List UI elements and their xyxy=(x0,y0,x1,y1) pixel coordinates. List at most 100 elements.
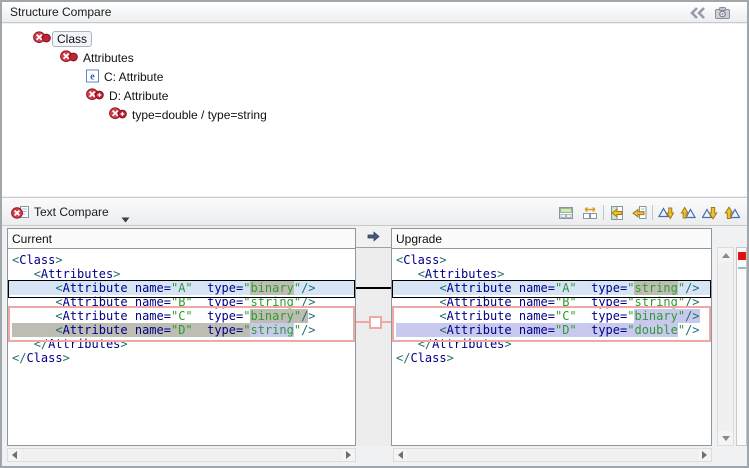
vertical-scrollbar[interactable] xyxy=(717,247,734,446)
code-line[interactable]: </Class> xyxy=(8,351,355,365)
code-token: type= xyxy=(207,323,243,337)
left-pane-header: Current xyxy=(8,229,355,249)
code-token: " xyxy=(678,323,685,337)
code-line[interactable]: </Attributes> xyxy=(392,337,711,351)
copy-current-change-right-to-left-icon[interactable] xyxy=(628,202,650,223)
code-token: " xyxy=(294,323,301,337)
tree-item-c-attribute[interactable]: e C: Attribute xyxy=(86,68,163,86)
code-token: < xyxy=(55,281,62,295)
code-token: /> xyxy=(685,281,699,295)
code-line[interactable]: <Class> xyxy=(8,253,355,267)
camera-icon[interactable] xyxy=(714,5,731,21)
overview-ruler[interactable] xyxy=(736,247,747,446)
code-token: Class xyxy=(26,351,62,365)
code-line[interactable]: <Attributes> xyxy=(392,267,711,281)
tree-item-label: type=double / type=string xyxy=(132,108,267,122)
code-token: > xyxy=(55,253,62,267)
double-chevron-left-icon[interactable] xyxy=(688,5,708,21)
code-line[interactable]: <Attributes> xyxy=(8,267,355,281)
code-token: /> xyxy=(301,281,315,295)
code-token: type= xyxy=(591,295,627,309)
code-line[interactable]: <Attribute name="D" type="double"/> xyxy=(392,323,711,337)
overview-conflict-marker[interactable] xyxy=(738,252,746,260)
compare-editor-window: Structure Compare Class Attributes e C: … xyxy=(0,0,749,468)
right-horizontal-scrollbar[interactable] xyxy=(393,448,712,462)
scroll-up-button[interactable] xyxy=(718,248,733,262)
copy-all-right-to-left-icon[interactable] xyxy=(606,202,628,223)
overview-range-marker[interactable] xyxy=(738,267,746,269)
code-token: > xyxy=(120,337,127,351)
code-token xyxy=(193,295,207,309)
code-token: > xyxy=(447,351,454,365)
code-token: > xyxy=(504,337,511,351)
ancestor-pane-icon[interactable] xyxy=(555,202,577,223)
right-pane-header: Upgrade xyxy=(392,229,711,249)
next-difference-icon[interactable] xyxy=(655,202,677,223)
code-token: " xyxy=(294,295,301,309)
tree-item-class[interactable]: Class xyxy=(33,30,92,48)
code-line[interactable]: <Attribute name="C" type="binary"/> xyxy=(8,309,355,323)
right-pane-body[interactable]: <Class> <Attributes> <Attribute name="A"… xyxy=(392,248,711,445)
conflict-merge-handle[interactable] xyxy=(369,316,382,329)
left-pane-body[interactable]: <Class> <Attributes> <Attribute name="A"… xyxy=(8,248,355,445)
tree-item-type-change[interactable]: type=double / type=string xyxy=(109,106,267,124)
code-token: "D" xyxy=(555,323,577,337)
swap-panes-icon[interactable] xyxy=(579,202,601,223)
code-line[interactable]: <Attribute name="A" type="binary"/> xyxy=(8,281,355,295)
code-token: Attribute name= xyxy=(447,309,555,323)
code-token: " xyxy=(678,309,685,323)
merge-direction-arrow-icon[interactable] xyxy=(367,229,380,247)
code-token: </ xyxy=(396,351,410,365)
tree-item-attributes[interactable]: Attributes xyxy=(60,49,134,67)
code-token xyxy=(12,267,34,281)
scroll-left-button[interactable] xyxy=(394,449,407,461)
scroll-right-button[interactable] xyxy=(342,449,355,461)
code-token: < xyxy=(439,323,446,337)
previous-difference-icon[interactable] xyxy=(677,202,699,223)
next-change-icon[interactable] xyxy=(699,202,721,223)
code-token: "A" xyxy=(171,281,193,295)
code-line[interactable]: <Attribute name="B" type="string"/> xyxy=(8,295,355,309)
code-token: string xyxy=(250,295,293,309)
right-compare-pane: Upgrade <Class> <Attributes> <Attribute … xyxy=(391,228,712,446)
code-token: type= xyxy=(591,309,627,323)
code-token: " xyxy=(294,281,301,295)
chevron-down-icon[interactable] xyxy=(121,210,130,216)
code-line[interactable]: <Attribute name="B" type="string"/> xyxy=(392,295,711,309)
code-token: > xyxy=(439,253,446,267)
text-compare-header: Text Compare xyxy=(2,197,747,226)
code-line[interactable]: <Attribute name="D" type="string"/> xyxy=(8,323,355,337)
diff-gutter xyxy=(356,228,391,446)
code-token xyxy=(12,281,55,295)
structure-compare-title: Structure Compare xyxy=(10,5,111,19)
code-line[interactable]: </Attributes> xyxy=(8,337,355,351)
scroll-right-button[interactable] xyxy=(698,449,711,461)
code-token: /> xyxy=(301,295,315,309)
tree-item-d-attribute[interactable]: D: Attribute xyxy=(86,87,168,105)
code-token: > xyxy=(63,351,70,365)
toolbar-separator xyxy=(603,205,604,220)
code-token: " xyxy=(678,281,685,295)
left-horizontal-scrollbar[interactable] xyxy=(7,448,356,462)
code-token xyxy=(396,295,439,309)
code-line[interactable]: <Attribute name="C" type="binary"/> xyxy=(392,309,711,323)
structure-compare-tree: Class Attributes e C: Attribute D: Attri… xyxy=(2,24,747,196)
code-token xyxy=(577,295,591,309)
code-token: " xyxy=(678,295,685,309)
code-token: Attribute name= xyxy=(447,323,555,337)
code-token: double xyxy=(634,323,677,337)
scroll-down-button[interactable] xyxy=(718,431,733,445)
code-line[interactable]: </Class> xyxy=(392,351,711,365)
code-line[interactable]: <Attribute name="A" type="string"/> xyxy=(392,281,711,295)
code-token: type= xyxy=(591,323,627,337)
structure-compare-header: Structure Compare xyxy=(2,2,747,23)
text-compare-title: Text Compare xyxy=(34,205,109,219)
code-token: type= xyxy=(207,281,243,295)
code-token: > xyxy=(113,267,120,281)
tree-item-label: Class xyxy=(52,31,92,47)
scroll-left-button[interactable] xyxy=(8,449,21,461)
code-token: Attribute name= xyxy=(63,309,171,323)
code-line[interactable]: <Class> xyxy=(392,253,711,267)
conflict-icon xyxy=(33,31,51,47)
previous-change-icon[interactable] xyxy=(721,202,743,223)
